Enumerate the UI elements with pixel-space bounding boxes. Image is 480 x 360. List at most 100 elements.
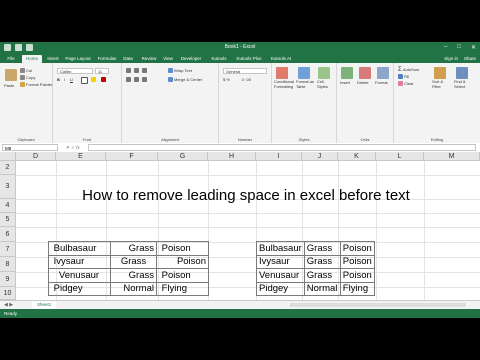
table-cell[interactable]: Grass: [303, 254, 341, 269]
currency-button[interactable]: $ %: [223, 77, 230, 82]
paste-button[interactable]: Paste: [4, 83, 14, 88]
table-cell[interactable]: Venusaur: [256, 268, 305, 283]
prev-sheet-icon[interactable]: ◀: [4, 302, 8, 308]
column-header-K[interactable]: K: [338, 152, 376, 161]
next-sheet-icon[interactable]: ▶: [9, 302, 13, 308]
tab-kutools[interactable]: Kutools: [206, 55, 232, 63]
row-header-2[interactable]: 2: [0, 161, 16, 175]
sort-filter-button[interactable]: Sort & Filter: [432, 79, 450, 89]
table-cell[interactable]: Grass: [110, 241, 157, 256]
format-cells-button[interactable]: Format: [375, 80, 388, 85]
tab-review[interactable]: Review: [138, 55, 160, 63]
table-cell[interactable]: Poison: [156, 268, 209, 283]
find-select-icon[interactable]: [456, 67, 468, 79]
row-header-10[interactable]: 10: [0, 287, 16, 300]
decimal-button[interactable]: .0 .00: [241, 77, 251, 82]
table-cell[interactable]: Pidgey: [256, 281, 305, 296]
align-left-button[interactable]: [126, 77, 132, 83]
merge-center-button[interactable]: Merge & Center: [168, 77, 202, 83]
clear-button[interactable]: Clear: [398, 81, 414, 87]
minimize-button[interactable]: –: [444, 44, 447, 51]
row-header-6[interactable]: 6: [0, 227, 16, 242]
cancel-icon[interactable]: ✕: [66, 145, 70, 150]
copy-button[interactable]: Copy: [20, 75, 35, 81]
font-color-button[interactable]: [101, 77, 107, 83]
name-box[interactable]: M9: [2, 144, 58, 151]
tab-file[interactable]: File: [4, 55, 18, 63]
table-cell[interactable]: Poison: [156, 241, 209, 256]
align-bottom-button[interactable]: [142, 68, 148, 74]
tab-insert[interactable]: Insert: [44, 55, 62, 63]
format-as-table-button[interactable]: Format as Table: [296, 79, 314, 89]
formula-input[interactable]: [88, 144, 476, 151]
sheet-heading[interactable]: How to remove leading space in excel bef…: [16, 187, 476, 204]
align-top-button[interactable]: [126, 68, 132, 74]
horizontal-scrollbar[interactable]: [290, 303, 466, 307]
table-cell[interactable]: Flying: [339, 281, 375, 296]
table-cell[interactable]: Bulbasaur: [48, 241, 111, 256]
column-header-I[interactable]: I: [256, 152, 302, 161]
align-center-button[interactable]: [134, 77, 140, 83]
sign-in-link[interactable]: Sign in: [444, 55, 458, 63]
table-cell[interactable]: Poison: [339, 268, 375, 283]
italic-button[interactable]: I: [64, 77, 65, 82]
paste-icon[interactable]: [5, 69, 17, 81]
share-button[interactable]: Share: [464, 55, 476, 63]
table-cell[interactable]: Pidgey: [48, 281, 111, 296]
bold-button[interactable]: B: [57, 77, 60, 82]
insert-cells-button[interactable]: Insert: [340, 80, 350, 85]
format-cells-icon[interactable]: [377, 67, 389, 79]
delete-cells-button[interactable]: Delete: [357, 80, 369, 85]
tab-view[interactable]: View: [160, 55, 176, 63]
table-cell[interactable]: Grass: [110, 254, 157, 269]
table-cell[interactable]: Normal: [110, 281, 157, 296]
maximize-button[interactable]: □: [457, 44, 461, 51]
column-header-G[interactable]: G: [158, 152, 208, 161]
align-middle-button[interactable]: [134, 68, 140, 74]
close-button[interactable]: ✕: [471, 44, 476, 51]
sort-filter-icon[interactable]: [434, 67, 446, 79]
tab-formulas[interactable]: Formulas: [94, 55, 120, 63]
row-header-7[interactable]: 7: [0, 242, 16, 257]
cut-button[interactable]: Cut: [20, 68, 32, 74]
tab-home[interactable]: Home: [22, 55, 42, 63]
row-header-8[interactable]: 8: [0, 257, 16, 272]
tab-developer[interactable]: Developer: [176, 55, 206, 63]
table-cell[interactable]: Normal: [303, 281, 341, 296]
autosum-button[interactable]: Σ AutoSum: [398, 67, 419, 73]
column-header-L[interactable]: L: [376, 152, 424, 161]
column-header-D[interactable]: D: [16, 152, 56, 161]
wrap-text-button[interactable]: Wrap Text: [168, 68, 192, 74]
column-header-M[interactable]: M: [424, 152, 480, 161]
row-header-3[interactable]: 3: [0, 175, 16, 199]
fill-button[interactable]: Fill: [398, 74, 409, 80]
column-header-F[interactable]: F: [106, 152, 158, 161]
format-table-icon[interactable]: [298, 67, 310, 79]
table-cell[interactable]: Flying: [156, 281, 209, 296]
row-header-5[interactable]: 5: [0, 213, 16, 227]
conditional-formatting-button[interactable]: Conditional Formatting: [274, 79, 294, 89]
font-size-select[interactable]: 11: [95, 68, 109, 74]
column-header-H[interactable]: H: [208, 152, 256, 161]
cell-styles-button[interactable]: Cell Styles: [317, 79, 333, 89]
tab-page-layout[interactable]: Page Layout: [62, 55, 94, 63]
row-header-9[interactable]: 9: [0, 272, 16, 287]
fill-color-button[interactable]: [91, 77, 97, 83]
table-cell[interactable]: Grass: [303, 241, 341, 256]
table-cell[interactable]: Bulbasaur: [256, 241, 305, 256]
tab-kutools-plus[interactable]: Kutools Plus: [232, 55, 266, 63]
table-cell[interactable]: Poison: [339, 241, 375, 256]
column-header-J[interactable]: J: [302, 152, 338, 161]
fx-icon[interactable]: fx: [76, 145, 80, 150]
borders-button[interactable]: [81, 77, 89, 84]
table-cell[interactable]: Venusaur: [48, 268, 111, 283]
cell-styles-icon[interactable]: [318, 67, 330, 79]
row-header-4[interactable]: 4: [0, 199, 16, 213]
column-header-E[interactable]: E: [56, 152, 106, 161]
format-painter-button[interactable]: Format Painter: [20, 82, 52, 88]
delete-cells-icon[interactable]: [359, 67, 371, 79]
table-cell[interactable]: Grass: [110, 268, 157, 283]
font-name-select[interactable]: Calibri: [57, 68, 93, 74]
table-cell[interactable]: Grass: [303, 268, 341, 283]
tab-data[interactable]: Data: [120, 55, 136, 63]
